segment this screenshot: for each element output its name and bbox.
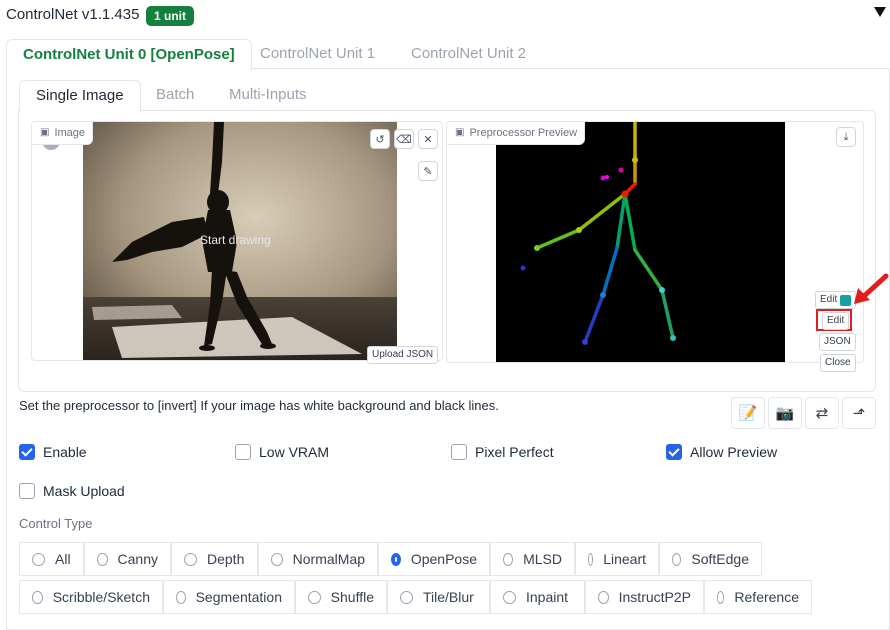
swap-icon[interactable]: ⇄	[805, 397, 839, 429]
image-label: ▣ Image	[31, 121, 94, 145]
preprocessor-hint: Set the preprocessor to [invert] If your…	[19, 398, 499, 413]
eraser-icon[interactable]: ⌫	[394, 129, 414, 149]
enable-checkbox[interactable]: Enable	[19, 444, 87, 460]
low-vram-checkbox[interactable]: Low VRAM	[235, 444, 329, 460]
input-photo: Start drawing	[83, 122, 397, 360]
unit-count-badge: 1 unit	[146, 6, 194, 26]
radio-shuffle[interactable]: Shuffle	[295, 580, 387, 614]
tab-unit-0[interactable]: ControlNet Unit 0 [OpenPose]	[6, 39, 252, 71]
tab-unit-1[interactable]: ControlNet Unit 1	[244, 39, 391, 69]
close-icon[interactable]: ✕	[418, 129, 438, 149]
checkbox-unchecked[interactable]	[451, 444, 467, 460]
radio-scribble-sketch[interactable]: Scribble/Sketch	[19, 580, 163, 614]
accordion-title[interactable]: ControlNet v1.1.435	[6, 6, 139, 23]
control-type-label: Control Type	[19, 516, 93, 531]
checkbox-unchecked[interactable]	[235, 444, 251, 460]
collapse-triangle-icon[interactable]	[874, 7, 886, 17]
tab-unit-2[interactable]: ControlNet Unit 2	[395, 39, 542, 69]
close-preview-button[interactable]: Close	[820, 354, 856, 372]
red-arrow-icon	[854, 273, 889, 304]
checkbox-checked[interactable]	[19, 444, 35, 460]
radio-instructp2p[interactable]: InstructP2P	[585, 580, 704, 614]
edit-openpose-button[interactable]: Edit	[822, 312, 850, 330]
json-button[interactable]: JSON	[819, 333, 856, 351]
undo-icon[interactable]: ↺	[370, 129, 390, 149]
camera-icon[interactable]: 📷	[768, 397, 802, 429]
edit-photopea-button[interactable]: Edit	[815, 291, 857, 309]
start-drawing-overlay: Start drawing	[200, 233, 271, 247]
photopea-icon	[840, 294, 852, 306]
tab-single-image[interactable]: Single Image	[19, 80, 141, 112]
radio-normalmap[interactable]: NormalMap	[258, 542, 378, 576]
preprocessor-preview	[446, 121, 864, 363]
brush-icon[interactable]: ✎	[418, 161, 438, 181]
image-canvas[interactable]: Start drawing i	[31, 121, 443, 361]
allow-preview-checkbox[interactable]: Allow Preview	[666, 444, 777, 460]
upload-json-button[interactable]: Upload JSON	[367, 346, 439, 364]
radio-lineart[interactable]: Lineart	[575, 542, 659, 576]
radio-reference[interactable]: Reference	[704, 580, 812, 614]
preview-label: ▣ Preprocessor Preview	[446, 121, 586, 145]
radio-tile-blur[interactable]: Tile/Blur	[387, 580, 490, 614]
radio-depth[interactable]: Depth	[171, 542, 258, 576]
edit-sketch-icon[interactable]: 📝	[731, 397, 765, 429]
mask-upload-checkbox[interactable]: Mask Upload	[19, 483, 125, 499]
checkbox-checked[interactable]	[666, 444, 682, 460]
control-type-row-1: All Canny Depth NormalMap OpenPose MLSD …	[19, 542, 762, 576]
send-icon[interactable]: ⬏	[842, 397, 876, 429]
checkbox-unchecked[interactable]	[19, 483, 35, 499]
radio-openpose[interactable]: OpenPose	[378, 542, 490, 576]
radio-mlsd[interactable]: MLSD	[490, 542, 575, 576]
radio-segmentation[interactable]: Segmentation	[163, 580, 295, 614]
control-type-row-2: Scribble/Sketch Segmentation Shuffle Til…	[19, 580, 812, 614]
pixel-perfect-checkbox[interactable]: Pixel Perfect	[451, 444, 554, 460]
tab-multi-inputs[interactable]: Multi-Inputs	[213, 80, 323, 110]
download-icon[interactable]: ⤓	[836, 127, 856, 147]
radio-inpaint[interactable]: Inpaint	[490, 580, 585, 614]
radio-softedge[interactable]: SoftEdge	[659, 542, 762, 576]
pose-preview-image	[496, 122, 785, 362]
radio-all[interactable]: All	[19, 542, 84, 576]
tab-batch[interactable]: Batch	[140, 80, 210, 110]
image-icon: ▣	[40, 127, 50, 138]
image-icon: ▣	[455, 127, 465, 138]
radio-canny[interactable]: Canny	[84, 542, 171, 576]
